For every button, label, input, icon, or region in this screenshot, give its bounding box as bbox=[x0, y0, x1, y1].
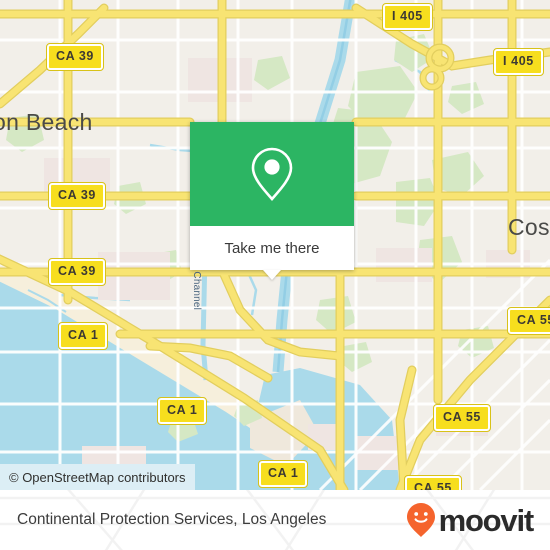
take-me-there-button[interactable]: Take me there bbox=[190, 226, 354, 270]
map-screenshot: on Beach Cos Talbert Channel CA 39 I 405… bbox=[0, 0, 550, 550]
page-title: Continental Protection Services, Los Ang… bbox=[17, 511, 327, 528]
moovit-smiley-pin-icon bbox=[406, 503, 435, 537]
map-canvas[interactable]: on Beach Cos Talbert Channel CA 39 I 405… bbox=[0, 0, 550, 490]
popup-pointer bbox=[263, 270, 281, 280]
moovit-wordmark: moovit bbox=[438, 502, 535, 538]
location-popup[interactable]: Take me there bbox=[190, 122, 354, 280]
map-pin-icon bbox=[251, 147, 293, 201]
moovit-logo[interactable]: moovit bbox=[406, 502, 535, 538]
popup-image-panel bbox=[190, 122, 354, 226]
footer-bar: Continental Protection Services, Los Ang… bbox=[0, 490, 550, 550]
osm-attribution[interactable]: © OpenStreetMap contributors bbox=[0, 464, 195, 490]
